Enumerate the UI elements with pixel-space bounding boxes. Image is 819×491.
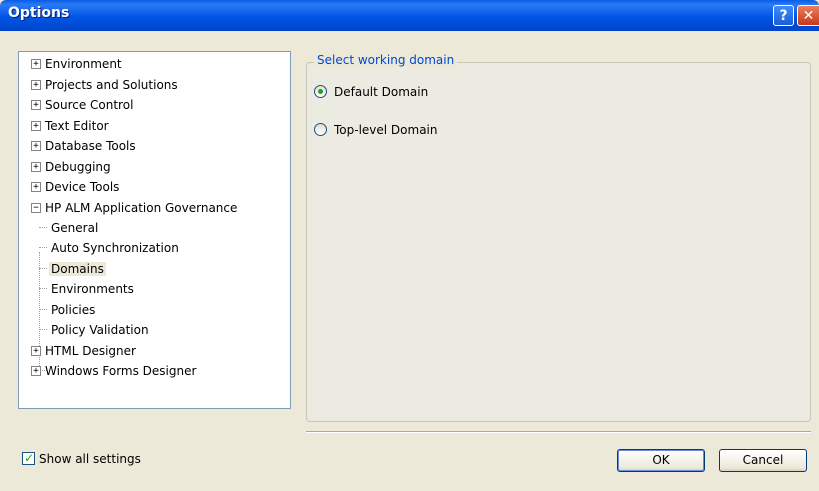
check-mark-icon: ✓ (24, 451, 35, 465)
tree-node-policies[interactable]: Policies (49, 301, 97, 319)
tree-node-label: Device Tools (45, 180, 120, 194)
expand-icon[interactable]: + (31, 346, 41, 356)
help-button[interactable]: ? (773, 5, 794, 26)
tree-node-label: Policy Validation (51, 323, 149, 337)
tree-node-general[interactable]: General (49, 219, 100, 237)
working-domain-groupbox (306, 62, 811, 422)
cancel-button[interactable]: Cancel (719, 449, 807, 472)
tree-node-domains[interactable]: Domains (49, 260, 106, 278)
tree-node-label: General (51, 221, 99, 235)
tree-node-label: Windows Forms Designer (45, 364, 197, 378)
show-all-settings-label: Show all settings (39, 452, 141, 466)
tree-node-policy-validation[interactable]: Policy Validation (49, 321, 151, 339)
tree-node-label: Database Tools (45, 139, 136, 153)
expand-icon[interactable]: + (31, 162, 41, 172)
collapse-icon[interactable]: − (31, 203, 41, 213)
tree-node-label: Source Control (45, 98, 134, 112)
tree-connector (39, 227, 47, 228)
ok-button[interactable]: OK (617, 449, 705, 472)
expand-icon[interactable]: + (31, 182, 41, 192)
window-title: Options (8, 5, 70, 21)
tree-connector (39, 288, 47, 289)
tree-connector (39, 247, 47, 248)
expand-icon[interactable]: + (31, 100, 41, 110)
tree-node-label: HP ALM Application Governance (45, 201, 238, 215)
expand-icon[interactable]: + (31, 59, 41, 69)
expand-icon[interactable]: + (31, 80, 41, 90)
options-tree[interactable]: + Environment + Projects and Solutions +… (18, 51, 291, 409)
groupbox-legend: Select working domain (314, 53, 458, 67)
expand-icon[interactable]: + (31, 141, 41, 151)
tree-connector (39, 309, 47, 310)
tree-connector (39, 268, 47, 269)
expand-icon[interactable]: + (31, 121, 41, 131)
tree-node-label: Text Editor (45, 119, 109, 133)
title-bar[interactable]: Options ? ✕ (0, 0, 819, 31)
radio-selected-icon[interactable] (314, 85, 327, 98)
tree-node-label: Projects and Solutions (45, 78, 178, 92)
checkbox-icon[interactable]: ✓ (22, 451, 35, 465)
tree-node-label: Policies (51, 303, 96, 317)
tree-node-auto-synchronization[interactable]: Auto Synchronization (49, 239, 181, 257)
tree-node-label: Domains (49, 262, 106, 276)
tree-connector (39, 329, 47, 330)
default-domain-label: Default Domain (334, 85, 429, 99)
tree-node-label: Debugging (45, 160, 111, 174)
radio-unselected-icon[interactable] (314, 123, 327, 136)
expand-icon[interactable]: + (31, 366, 41, 376)
close-button[interactable]: ✕ (797, 5, 819, 26)
tree-node-label: Environments (51, 282, 134, 296)
tree-node-label: HTML Designer (45, 344, 136, 358)
tree-node-label: Auto Synchronization (51, 241, 179, 255)
tree-node-environments[interactable]: Environments (49, 280, 136, 298)
tree-node-label: Environment (45, 57, 122, 71)
footer-separator (306, 431, 811, 433)
top-level-domain-label: Top-level Domain (334, 123, 438, 137)
